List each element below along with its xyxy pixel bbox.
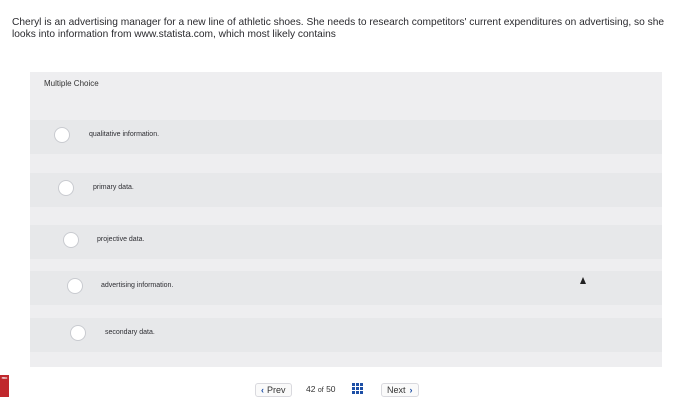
current-page: 42: [306, 384, 316, 394]
option-row[interactable]: primary data.: [30, 173, 662, 207]
radio-button[interactable]: [58, 180, 74, 196]
question-text: Cheryl is an advertising manager for a n…: [12, 17, 665, 40]
multiple-choice-header: Multiple Choice: [44, 79, 99, 88]
option-label[interactable]: primary data.: [93, 184, 134, 191]
radio-button[interactable]: [70, 325, 86, 341]
next-label: Next: [387, 385, 406, 395]
option-label[interactable]: advertising information.: [101, 282, 173, 289]
total-pages: 50: [326, 384, 336, 394]
option-label[interactable]: secondary data.: [105, 329, 155, 336]
grid-icon[interactable]: [352, 383, 363, 394]
prev-label: Prev: [267, 385, 286, 395]
next-button[interactable]: Next ›: [381, 383, 419, 397]
option-label[interactable]: qualitative information.: [89, 131, 159, 138]
option-row[interactable]: advertising information.: [30, 271, 662, 305]
option-label[interactable]: projective data.: [97, 236, 144, 243]
mouse-cursor-icon: [580, 277, 586, 284]
radio-button[interactable]: [63, 232, 79, 248]
radio-button[interactable]: [67, 278, 83, 294]
chevron-right-icon: ›: [409, 385, 413, 395]
footer-navigation: ‹ Prev 42 of 50 Next ›: [0, 376, 700, 400]
option-row[interactable]: secondary data.: [30, 318, 662, 352]
of-label: of: [317, 387, 324, 394]
option-row[interactable]: projective data.: [30, 225, 662, 259]
multiple-choice-panel: Multiple Choice qualitative information.…: [30, 72, 662, 367]
prev-button[interactable]: ‹ Prev: [255, 383, 292, 397]
radio-button[interactable]: [54, 127, 70, 143]
page-indicator: 42 of 50: [306, 384, 336, 394]
option-row[interactable]: qualitative information.: [30, 120, 662, 154]
chevron-left-icon: ‹: [261, 385, 264, 395]
